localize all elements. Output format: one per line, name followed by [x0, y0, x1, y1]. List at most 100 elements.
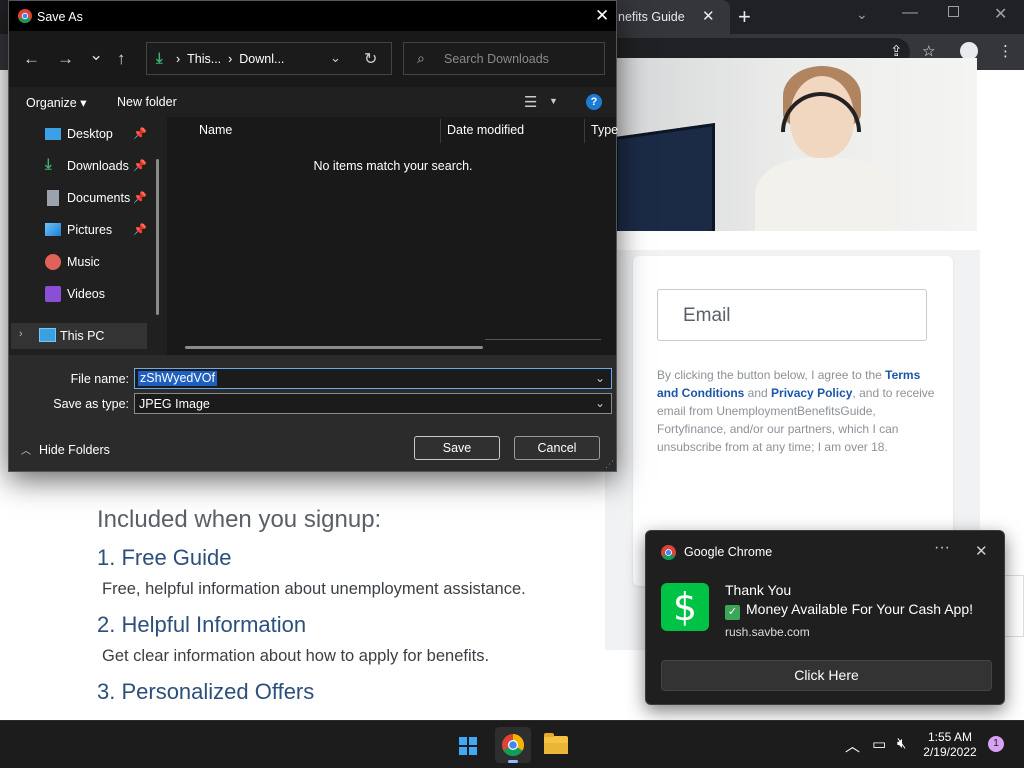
pin-icon: 📌 [133, 160, 147, 172]
desktop-icon [45, 128, 61, 140]
refresh-icon[interactable]: ↻ [364, 49, 377, 69]
videos-icon [45, 286, 61, 302]
hero-image-support-agent [615, 58, 977, 231]
address-bar[interactable]: ⤓ › This... › Downl... ⌄ ↻ [146, 42, 392, 75]
sidebar-item-music[interactable]: Music [45, 251, 155, 275]
notification-source: rush.savbe.com [725, 625, 810, 639]
nav-scrollbar[interactable] [156, 159, 159, 315]
column-name[interactable]: Name [199, 123, 232, 137]
download-icon: ⤓ [156, 50, 163, 67]
organize-button[interactable]: Organize ▾ [26, 95, 86, 110]
tab-search-icon[interactable]: ⌄ [856, 6, 868, 23]
step-heading: 1. Free Guide [97, 545, 232, 570]
column-type[interactable]: Type [591, 123, 618, 137]
cancel-button[interactable]: Cancel [514, 436, 600, 460]
notification-title: Thank You [725, 582, 792, 598]
dialog-titlebar[interactable]: Save As ✕ [9, 1, 616, 31]
start-button[interactable] [450, 727, 486, 763]
pin-icon: 📌 [133, 192, 147, 204]
pin-icon: 📌 [133, 224, 147, 236]
menu-kebab-icon[interactable]: ⋮ [998, 42, 1013, 60]
checkmark-icon: ✓ [725, 605, 740, 620]
included-title: Included when you signup: [97, 506, 382, 533]
tab-title: nefits Guide [618, 10, 685, 24]
notification-badge[interactable]: 1 [988, 736, 1004, 752]
downloads-icon: ⤓ [45, 156, 52, 173]
email-input[interactable]: Email [657, 289, 927, 341]
sidebar-item-videos[interactable]: Videos [45, 283, 155, 307]
notification-body: ✓ Money Available For Your Cash App! [725, 601, 973, 620]
chevron-right-icon[interactable]: › [19, 328, 23, 340]
click-here-button[interactable]: Click Here [661, 660, 992, 691]
chevron-down-icon[interactable]: ⌄ [595, 396, 605, 410]
window-close-button[interactable]: ✕ [994, 4, 1007, 24]
notification-app-name: Google Chrome [684, 545, 773, 559]
chevron-up-icon: ︿ [21, 446, 31, 457]
taskbar-file-explorer[interactable] [538, 727, 574, 763]
forward-arrow-icon[interactable]: → [57, 49, 74, 69]
documents-icon [47, 190, 59, 206]
email-placeholder: Email [683, 305, 731, 326]
file-name-input[interactable]: zShWyedVOf ⌄ [134, 368, 612, 389]
new-folder-button[interactable]: New folder [117, 95, 177, 109]
dialog-title: Save As [37, 10, 83, 24]
navigation-pane: Desktop 📌 ⤓ Downloads 📌 Documents 📌 Pict… [9, 117, 165, 355]
computer-icon [39, 328, 56, 342]
minimize-button[interactable]: — [902, 4, 918, 22]
sidebar-item-documents[interactable]: Documents 📌 [45, 187, 155, 211]
sidebar-item-desktop[interactable]: Desktop 📌 [45, 123, 155, 147]
hide-folders-button[interactable]: ︿ Hide Folders [21, 442, 110, 457]
breadcrumb-this-pc[interactable]: This... [187, 52, 221, 66]
taskbar: ︿ ▭ 🔇︎ 1:55 AM 2/19/2022 1 [0, 720, 1024, 768]
privacy-link[interactable]: Privacy Policy [771, 386, 852, 400]
save-type-value: JPEG Image [139, 397, 210, 411]
consent-text: By clicking the button below, I agree to… [657, 368, 935, 454]
volume-muted-icon[interactable]: 🔇︎ [897, 735, 906, 752]
restore-button[interactable] [948, 6, 959, 17]
side-widget [1004, 575, 1024, 637]
view-options-icon[interactable]: ☰ [524, 93, 537, 111]
clock-time: 1:55 AM [927, 730, 973, 744]
chrome-logo-icon [502, 734, 524, 756]
search-placeholder: Search Downloads [444, 52, 549, 66]
sidebar-item-pictures[interactable]: Pictures 📌 [45, 219, 155, 243]
more-options-icon[interactable]: ··· [934, 539, 950, 557]
chevron-down-icon[interactable]: ⌄ [595, 371, 605, 385]
dialog-close-button[interactable]: ✕ [595, 6, 609, 26]
column-date-modified[interactable]: Date modified [447, 123, 524, 137]
help-icon[interactable]: ? [586, 94, 602, 110]
taskbar-chrome[interactable] [495, 727, 531, 763]
chrome-notification[interactable]: Google Chrome ··· ✕ $ Thank You ✓ Money A… [645, 530, 1005, 705]
windows-logo-icon [459, 737, 477, 755]
save-type-select[interactable]: JPEG Image ⌄ [134, 393, 612, 414]
step-heading: 3. Personalized Offers [97, 679, 315, 704]
new-tab-button[interactable]: + [738, 4, 751, 30]
breadcrumb-downloads[interactable]: Downl... [239, 52, 284, 66]
tray-chevron-icon[interactable]: ︿ [845, 735, 860, 756]
resize-grip-icon[interactable]: ⋰ [605, 459, 614, 470]
tab-close-icon[interactable]: ✕ [702, 7, 715, 25]
dialog-navbar: ← → ⌄ ↑ ⤓ › This... › Downl... ⌄ ↻ ⌕ Sea… [9, 31, 616, 87]
chrome-logo-icon [18, 9, 32, 23]
up-arrow-icon[interactable]: ↑ [117, 49, 126, 69]
network-icon[interactable]: ▭ [872, 735, 886, 753]
file-name-label: File name: [70, 372, 129, 386]
address-dropdown-icon[interactable]: ⌄ [330, 50, 341, 66]
view-dropdown-icon[interactable]: ▼ [549, 96, 558, 106]
recent-locations-icon[interactable]: ⌄ [89, 45, 103, 65]
signup-benefits: Included when you signup: 1. Free Guide … [97, 506, 617, 714]
clock[interactable]: 1:55 AM 2/19/2022 [920, 730, 980, 760]
horizontal-scrollbar[interactable] [185, 346, 483, 349]
sidebar-item-this-pc[interactable]: › This PC [11, 323, 147, 349]
save-button[interactable]: Save [414, 436, 500, 460]
search-icon: ⌕ [417, 50, 425, 66]
step-heading: 2. Helpful Information [97, 612, 307, 637]
notification-close-icon[interactable]: ✕ [975, 542, 988, 560]
search-input[interactable]: ⌕ Search Downloads [403, 42, 605, 75]
back-arrow-icon[interactable]: ← [23, 49, 40, 69]
step-text: Get clear information about how to apply… [102, 647, 490, 665]
folder-icon [544, 733, 568, 754]
sidebar-item-downloads[interactable]: ⤓ Downloads 📌 [45, 155, 155, 179]
empty-message: No items match your search. [313, 159, 473, 173]
clock-date: 2/19/2022 [923, 745, 977, 759]
